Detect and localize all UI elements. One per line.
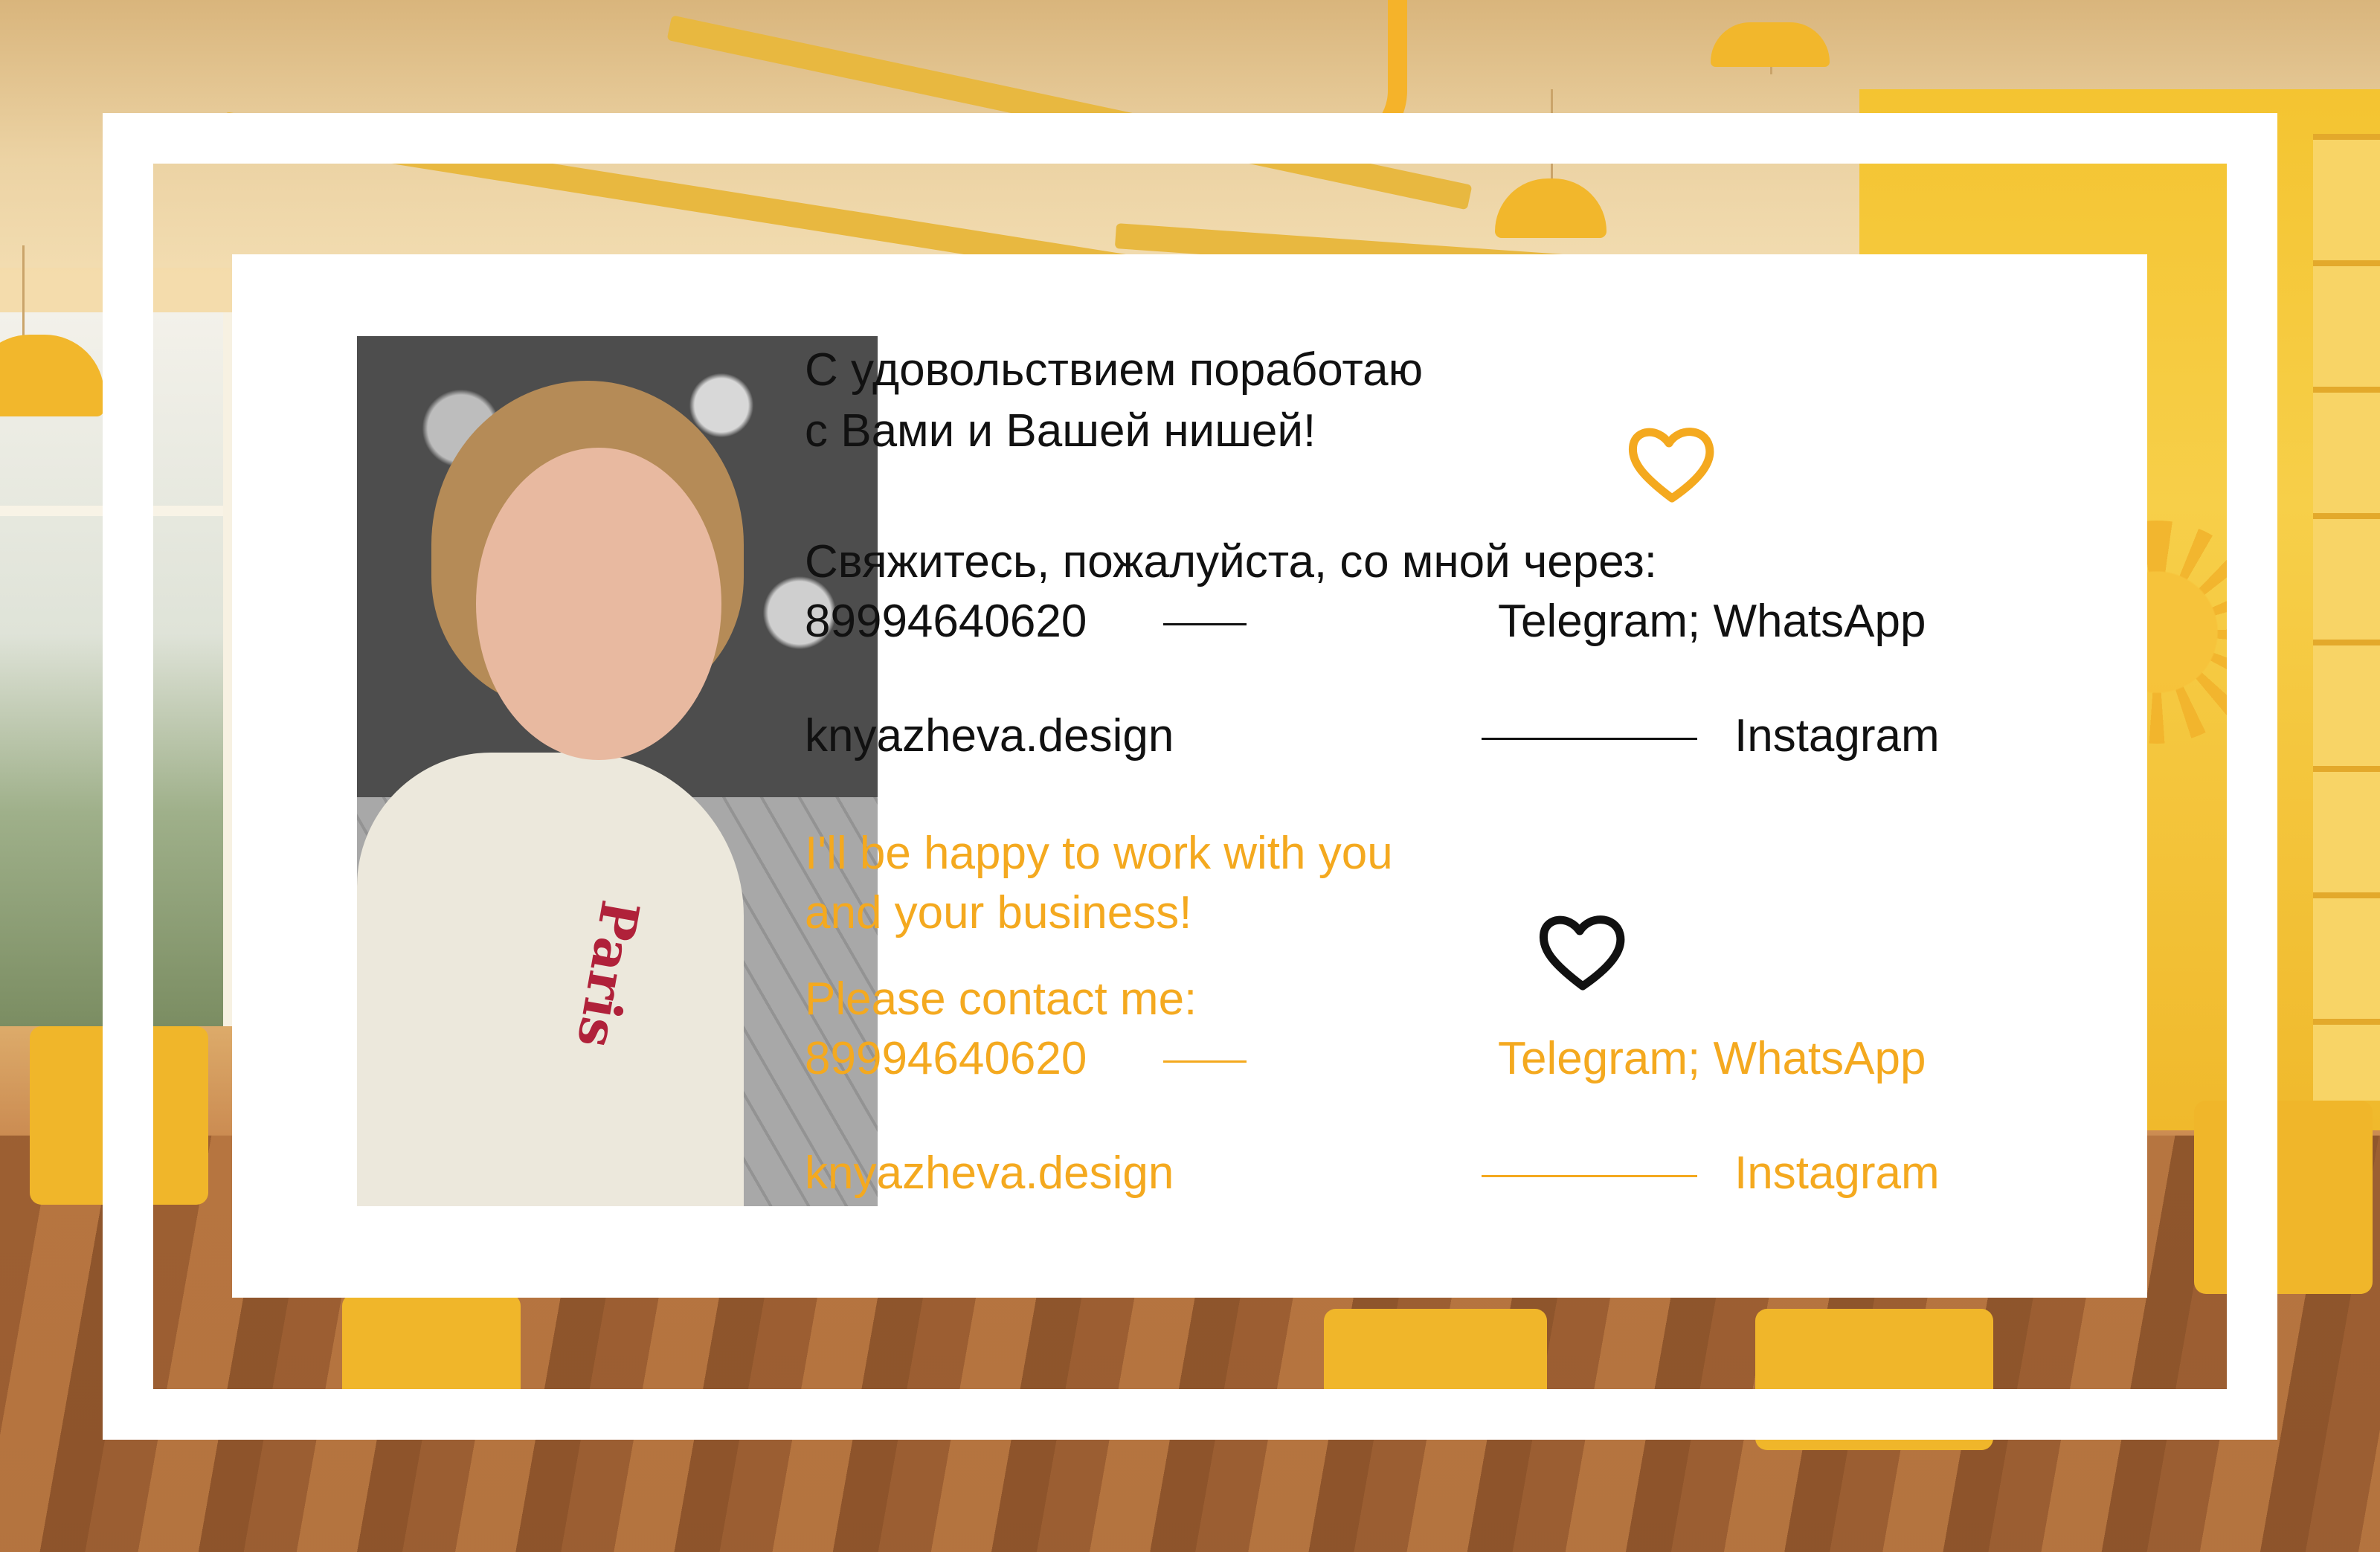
heart-outline-orange-icon bbox=[1628, 428, 1714, 503]
en-phone-row: 89994640620 Telegram; WhatsApp bbox=[805, 1029, 1995, 1089]
ru-instagram[interactable]: Instagram bbox=[1734, 706, 1940, 766]
portrait-photo: Paris bbox=[357, 336, 878, 1206]
en-messengers[interactable]: Telegram; WhatsApp bbox=[1498, 1029, 1926, 1089]
ru-intro-line2: с Вами и Вашей нишей! bbox=[805, 405, 1316, 457]
en-phone[interactable]: 89994640620 bbox=[805, 1029, 1087, 1089]
ru-phone-row: 89994640620 Telegram; WhatsApp bbox=[805, 592, 1995, 651]
en-site[interactable]: knyazheva.design bbox=[805, 1144, 1174, 1203]
shelf bbox=[2313, 134, 2380, 1101]
ru-intro-line1: С удовольствием поработаю bbox=[805, 344, 1424, 396]
en-instagram[interactable]: Instagram bbox=[1734, 1144, 1940, 1203]
ru-phone-dash bbox=[1163, 623, 1247, 625]
ru-site[interactable]: knyazheva.design bbox=[805, 706, 1174, 766]
ru-phone[interactable]: 89994640620 bbox=[805, 592, 1087, 651]
en-intro-line2: and your business! bbox=[805, 887, 1192, 938]
heart-outline-black-icon bbox=[1539, 915, 1625, 991]
ru-site-row: knyazheva.design Instagram bbox=[805, 706, 1995, 766]
en-site-dash bbox=[1482, 1175, 1697, 1177]
ru-contact-line: Свяжитесь, пожалуйста, со мной через: bbox=[805, 536, 1658, 587]
en-contact-line: Please contact me: bbox=[805, 973, 1197, 1025]
ru-site-dash bbox=[1482, 738, 1697, 740]
en-site-row: knyazheva.design Instagram bbox=[805, 1144, 1995, 1203]
en-intro-line1: I'll be happy to work with you bbox=[805, 828, 1393, 879]
pendant-lamp bbox=[1711, 22, 1830, 67]
en-phone-dash bbox=[1163, 1060, 1247, 1063]
ru-messengers[interactable]: Telegram; WhatsApp bbox=[1498, 592, 1926, 651]
